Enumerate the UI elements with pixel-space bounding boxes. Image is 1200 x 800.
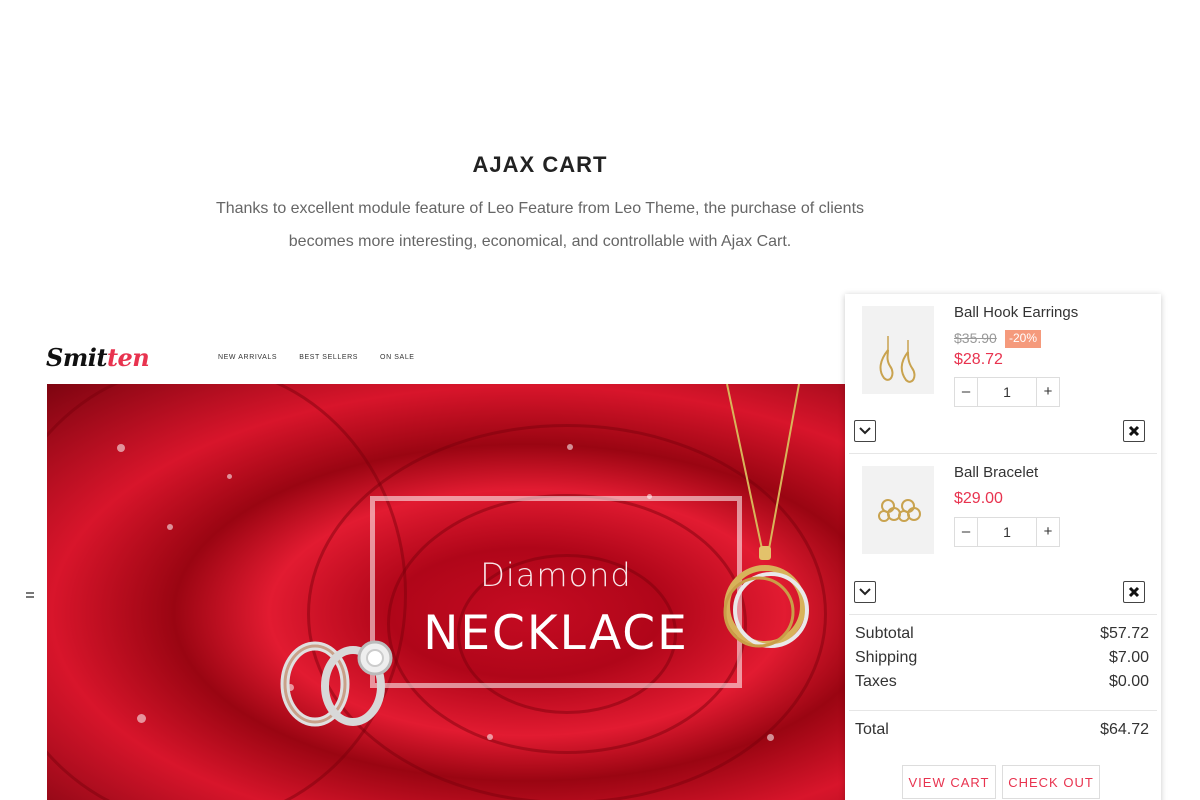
subtotal-value: $57.72 [1100,625,1149,642]
rose-petal [47,384,407,800]
rings-icon [280,640,393,727]
store-logo[interactable]: Smitten [46,343,150,372]
banner-title: NECKLACE [423,606,689,661]
divider [849,710,1157,711]
product-price: $28.72 [954,351,1003,368]
remove-item-button[interactable] [1123,581,1145,603]
water-drop [117,444,125,452]
quantity-input[interactable]: 1 [977,378,1037,406]
bracelet-thumbnail[interactable] [862,466,934,554]
chevron-down-icon [859,427,871,435]
taxes-label: Taxes [855,673,897,690]
water-drop [167,524,173,530]
banner-subtitle: Diamond [480,556,632,594]
product-name[interactable]: Ball Hook Earrings [954,304,1078,321]
nav-on-sale[interactable]: ON SALE [380,354,415,361]
nav-best-sellers[interactable]: BEST SELLERS [299,354,358,361]
taxes-value: $0.00 [1108,673,1149,690]
view-cart-button[interactable]: VIEW CART [902,765,996,799]
quantity-stepper: – 1 + [954,377,1060,407]
product-name[interactable]: Ball Bracelet [954,464,1038,481]
logo-text-2: ten [106,343,150,372]
store-nav: NEW ARRIVALS BEST SELLERS ON SALE [218,354,415,361]
total-row: Total $64.72 [855,721,1149,739]
close-icon [1128,425,1140,437]
description-line-2: becomes more interesting, economical, an… [288,233,792,250]
water-drop [137,714,146,723]
increase-button[interactable]: + [1037,518,1059,546]
water-drop [487,734,493,740]
earrings-thumbnail[interactable] [862,306,934,394]
section-title: AJAX CART [472,152,608,177]
subtotal-row: Subtotal $57.72 [855,625,1149,643]
necklace-icon [723,384,809,648]
quantity-input[interactable]: 1 [977,518,1037,546]
description-line-1: Thanks to excellent module feature of Le… [215,200,865,217]
shipping-label: Shipping [855,649,918,666]
hero-banner[interactable]: Diamond NECKLACE [47,384,847,800]
section-description: Thanks to excellent module feature of Le… [140,192,940,258]
earrings-icon [879,336,916,383]
divider [849,453,1157,454]
expand-button[interactable] [854,581,876,603]
regular-price: $35.90 [954,330,997,346]
water-drop [227,474,232,479]
decrease-button[interactable]: – [955,378,977,406]
remove-item-button[interactable] [1123,420,1145,442]
close-icon [1128,586,1140,598]
shipping-value: $7.00 [1108,649,1149,666]
decrease-button[interactable]: – [955,518,977,546]
taxes-row: Taxes $0.00 [855,673,1149,691]
total-label: Total [855,721,889,738]
subtotal-label: Subtotal [855,625,914,642]
increase-button[interactable]: + [1037,378,1059,406]
bracelet-icon [878,499,921,522]
chevron-down-icon [859,588,871,596]
discount-badge: -20% [1005,330,1042,348]
nav-new-arrivals[interactable]: NEW ARRIVALS [218,354,277,361]
water-drop [567,444,573,450]
product-price: $29.00 [954,490,1003,507]
water-drop [767,734,774,741]
quantity-stepper: – 1 + [954,517,1060,547]
ajax-cart-panel: Ball Hook Earrings $35.90 -20% $28.72 – … [845,294,1161,800]
logo-text-1: Smit [46,343,107,372]
total-value: $64.72 [1100,721,1149,738]
checkout-button[interactable]: CHECK OUT [1002,765,1100,799]
expand-button[interactable] [854,420,876,442]
divider [849,614,1157,615]
shipping-row: Shipping $7.00 [855,649,1149,667]
slider-handle-icon[interactable] [26,592,34,602]
